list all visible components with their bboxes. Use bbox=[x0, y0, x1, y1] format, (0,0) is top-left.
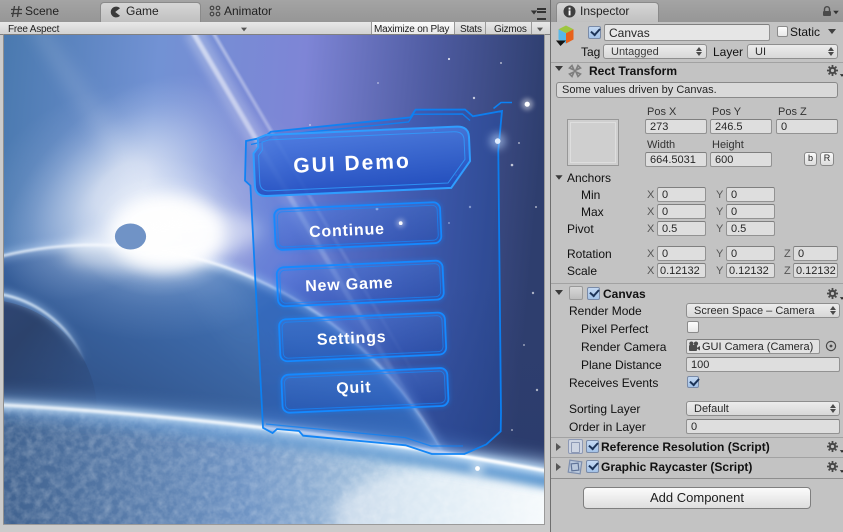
svg-text:Continue: Continue bbox=[309, 221, 385, 241]
svg-text:Quit: Quit bbox=[336, 379, 372, 398]
svg-text:Settings: Settings bbox=[317, 329, 387, 349]
